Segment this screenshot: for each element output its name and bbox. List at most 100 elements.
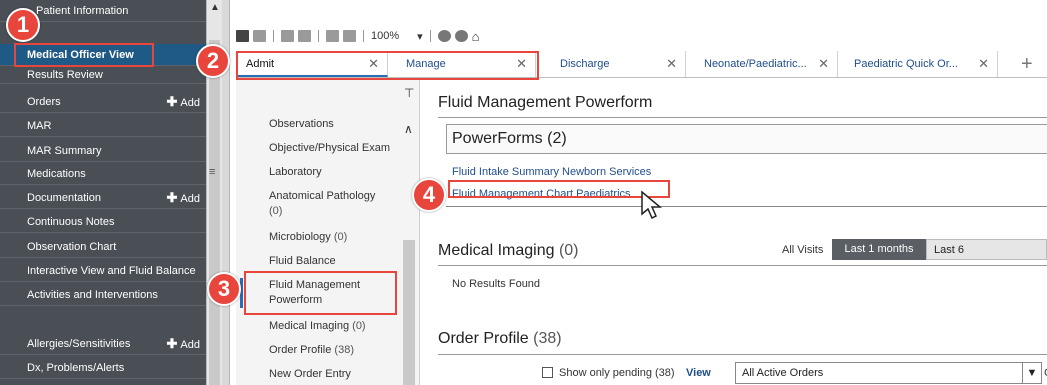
navigator-scrollbar[interactable] [403, 240, 415, 385]
nav-label: Observations [269, 118, 334, 130]
sidebar-item-label: MAR Summary [27, 145, 102, 157]
home-icon[interactable]: ⌂ [472, 29, 480, 44]
view-select[interactable]: All Active Orders [735, 362, 1025, 384]
separator [273, 30, 274, 42]
divider [438, 117, 1047, 118]
callout-badge: 3 [207, 272, 241, 306]
binoculars-icon[interactable] [236, 30, 249, 42]
tab-paediatric-quick-orders[interactable]: Paediatric Quick Or... ✕ [838, 51, 998, 77]
chevron-up-icon[interactable]: ∧ [404, 122, 413, 136]
sidebar-item-observation-chart[interactable]: Observation Chart [0, 236, 206, 258]
sidebar-item-label: Interactive View and Fluid Balance [27, 265, 196, 277]
plus-icon: ✚ [166, 94, 178, 109]
separator [318, 30, 319, 42]
zoom-dropdown-icon[interactable]: ▾ [417, 30, 423, 43]
sidebar-item-dx-problems[interactable]: Dx, Problems/Alerts [0, 357, 206, 379]
show-pending-label: Show only pending (38) [559, 367, 675, 379]
sidebar-item-documentation[interactable]: Documentation ✚ Add [0, 187, 206, 209]
zoom-out-icon[interactable] [326, 30, 339, 42]
separator [363, 30, 364, 42]
nav-item-order-profile[interactable]: Order Profile (38) [269, 343, 401, 358]
sidebar-item-interactive-view[interactable]: Interactive View and Fluid Balance [0, 260, 206, 282]
tab-discharge[interactable]: Discharge ✕ [536, 51, 686, 77]
sidebar-item-medications[interactable]: Medications [0, 163, 206, 185]
nav-item-objective-physical-exam[interactable]: Objective/Physical Exam [269, 141, 401, 156]
mouse-pointer-icon [641, 190, 662, 220]
sidebar-item-orders[interactable]: Orders ✚ Add [0, 91, 206, 113]
nav-item-medical-imaging[interactable]: Medical Imaging (0) [269, 319, 401, 334]
nav-label: Medical Imaging [269, 320, 350, 332]
divider [446, 206, 1047, 207]
app-window: Patient Information Medical Officer View… [0, 0, 1047, 385]
tab-neonate-paediatric[interactable]: Neonate/Paediatric... ✕ [686, 51, 838, 77]
close-icon[interactable]: ✕ [666, 51, 677, 77]
add-tab-icon[interactable]: + [1021, 53, 1033, 76]
document-icon[interactable] [253, 30, 266, 42]
forward-circle-icon[interactable] [454, 30, 468, 42]
sidebar-item-activities[interactable]: Activities and Interventions [0, 284, 206, 306]
allergies-add-button[interactable]: ✚ Add [166, 333, 200, 354]
powerform-link[interactable]: Fluid Intake Summary Newborn Services [452, 166, 651, 178]
documentation-add-button[interactable]: ✚ Add [167, 187, 200, 208]
last-6-button[interactable]: Last 6 [926, 239, 1047, 260]
nav-item-fluid-balance[interactable]: Fluid Balance [269, 254, 401, 269]
last-1-months-button[interactable]: Last 1 months [832, 239, 926, 260]
section-label: Order Profile [438, 330, 529, 347]
sidebar-item-label: Dx, Problems/Alerts [27, 362, 125, 374]
orders-add-button[interactable]: ✚ Add [166, 91, 200, 112]
content-panel: Fluid Management Powerform PowerForms (2… [430, 80, 1047, 385]
sidebar-item-allergies[interactable]: Allergies/Sensitivities ✚ Add [0, 333, 206, 355]
chevron-down-icon[interactable]: ▼ [1022, 362, 1042, 384]
add-label: Add [180, 339, 200, 351]
show-pending-checkbox[interactable] [542, 367, 553, 378]
resize-grip-icon[interactable]: ≡ [209, 166, 215, 178]
navigator-panel: ⊤ ∧ Observations Objective/Physical Exam… [236, 80, 420, 385]
sidebar-item-mar-summary[interactable]: MAR Summary [0, 140, 206, 162]
fluid-management-title: Fluid Management Powerform [438, 94, 653, 111]
nav-label: Anatomical Pathology [269, 190, 376, 202]
back-icon[interactable] [281, 30, 294, 42]
sidebar-item-mar[interactable]: MAR [0, 115, 206, 137]
nav-count: (38) [334, 344, 354, 356]
sidebar-item-label: Documentation [27, 192, 101, 204]
callout-badge: 4 [412, 178, 446, 212]
close-icon[interactable]: ✕ [818, 51, 829, 77]
callout-badge: 2 [196, 44, 230, 78]
nav-item-anatomical-pathology[interactable]: Anatomical Pathology (0) [269, 189, 401, 219]
powerforms-title: PowerForms (2) [452, 130, 567, 147]
nav-item-observations[interactable]: Observations [269, 117, 401, 132]
nav-label: Order Profile [269, 344, 332, 356]
tab-label: Paediatric Quick Or... [854, 58, 958, 70]
order-profile-title: Order Profile (38) [438, 330, 562, 348]
nav-label: Microbiology [269, 231, 331, 243]
section-count: (0) [558, 242, 579, 259]
nav-label: Objective/Physical Exam [269, 142, 391, 154]
sidebar-item-continuous-notes[interactable]: Continuous Notes [0, 211, 206, 233]
nav-label: Laboratory [269, 166, 322, 178]
plus-icon: ✚ [166, 336, 178, 351]
zoom-in-icon[interactable] [343, 30, 356, 42]
nav-item-laboratory[interactable]: Laboratory [269, 165, 401, 180]
pin-icon[interactable]: ⊤ [404, 86, 414, 100]
back-circle-icon[interactable] [437, 30, 451, 42]
nav-label: New Order Entry [269, 368, 351, 380]
all-visits-label: All Visits [782, 244, 824, 256]
section-count: (38) [533, 330, 562, 347]
sidebar-item-label: Allergies/Sensitivities [27, 338, 131, 350]
divider [438, 354, 1047, 355]
scrollbar-thumb[interactable] [209, 40, 220, 385]
nav-item-microbiology[interactable]: Microbiology (0) [269, 230, 401, 245]
zoom-level[interactable]: 100% [371, 30, 399, 42]
sidebar-item-label: Results Review [27, 69, 103, 81]
sidebar-item-label: Patient Information [36, 5, 129, 17]
toolbar: 100% ▾ ⌂ [236, 26, 480, 46]
highlight-box [244, 271, 397, 315]
nav-item-new-order-entry[interactable]: New Order Entry [269, 367, 401, 382]
tab-label: Neonate/Paediatric... [704, 58, 807, 70]
sidebar-item-label: Activities and Interventions [27, 289, 158, 301]
sidebar-item-label: MAR [27, 120, 52, 132]
forward-icon[interactable] [298, 30, 311, 42]
chevron-up-icon[interactable]: ▲ [210, 2, 220, 13]
close-icon[interactable]: ✕ [978, 51, 989, 77]
sidebar-item-results-review[interactable]: Results Review [0, 66, 206, 84]
